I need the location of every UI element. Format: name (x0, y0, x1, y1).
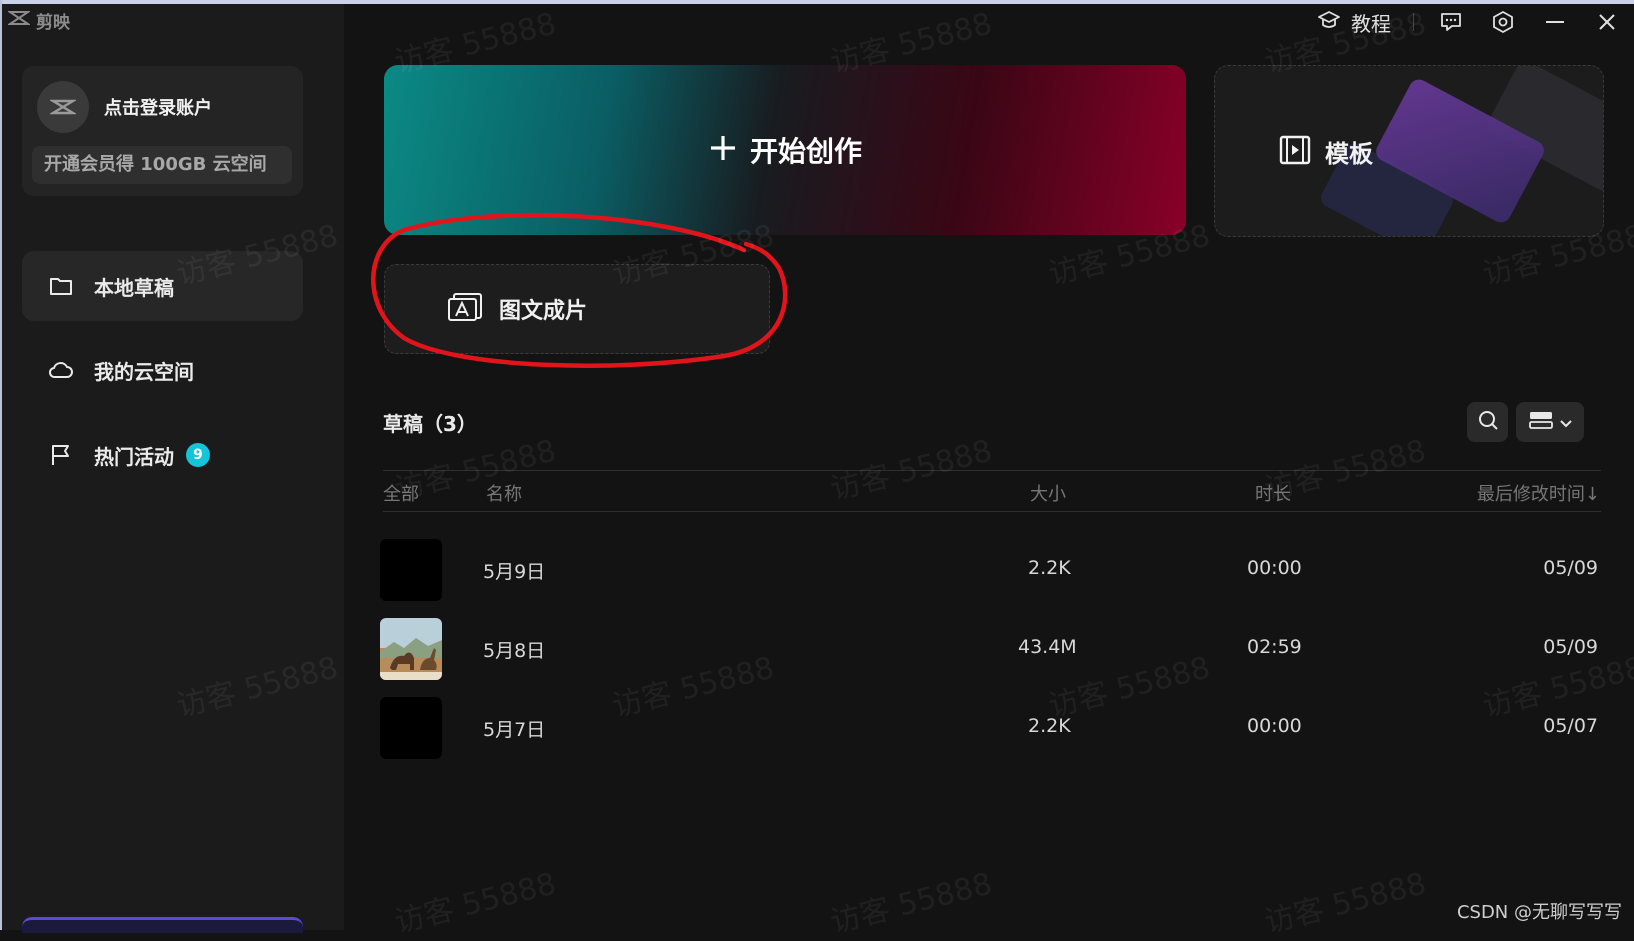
sidebar-item-cloud-space[interactable]: 我的云空间 (22, 335, 303, 405)
draft-modified: 05/07 (1543, 715, 1598, 737)
search-button[interactable] (1467, 402, 1508, 442)
settings-icon[interactable] (1488, 7, 1518, 37)
draft-duration: 00:00 (1247, 715, 1302, 737)
separator (1413, 13, 1414, 31)
capcut-logo-icon (6, 10, 32, 31)
duration-column-header[interactable]: 时长 (1255, 480, 1291, 506)
draft-thumbnail (380, 697, 442, 759)
avatar[interactable] (37, 81, 89, 133)
image-text-to-video-button[interactable]: 图文成片 (384, 264, 770, 354)
template-label: 模板 (1325, 140, 1373, 168)
watermark: 访客 55888 (1261, 866, 1430, 941)
plus-icon (708, 133, 738, 167)
watermark: 访客 55888 (827, 433, 996, 508)
notification-badge: 9 (186, 443, 210, 467)
image-text-label: 图文成片 (499, 299, 588, 324)
search-icon (1477, 409, 1499, 435)
list-view-icon (1528, 410, 1554, 434)
draft-size: 43.4M (1018, 636, 1077, 658)
drafts-title: 草稿（3） (383, 412, 477, 436)
size-column-header[interactable]: 大小 (1030, 480, 1066, 506)
folder-icon (48, 273, 74, 299)
sidebar-promo-banner[interactable] (22, 917, 303, 933)
sidebar: 剪映 点击登录账户 开通会员得 100GB 云空间 本地草稿 我的云空间 热门活… (2, 4, 344, 933)
minimize-icon[interactable] (1540, 7, 1570, 37)
flag-icon (48, 442, 74, 468)
app-brand: 剪映 (6, 8, 70, 33)
divider (383, 511, 1601, 512)
table-row[interactable]: 5月7日 2.2K 00:00 05/07 (380, 697, 1602, 759)
template-button[interactable]: 模板 (1214, 65, 1604, 237)
template-content: 模板 (1279, 134, 1373, 169)
app-name: 剪映 (36, 13, 70, 33)
draft-thumbnail (380, 539, 442, 601)
draft-duration: 02:59 (1247, 636, 1302, 658)
watermark: 访客 55888 (827, 866, 996, 941)
csdn-credit: CSDN @无聊写写写 (1456, 902, 1622, 923)
tutorial-button[interactable]: 教程 (1317, 8, 1391, 37)
draft-name: 5月7日 (483, 719, 546, 741)
name-column-header[interactable]: 名称 (486, 480, 522, 506)
close-icon[interactable] (1592, 7, 1622, 37)
table-row[interactable]: 5月9日 2.2K 00:00 05/09 (380, 539, 1602, 601)
draft-size: 2.2K (1028, 557, 1071, 579)
draft-modified: 05/09 (1543, 557, 1598, 579)
draft-size: 2.2K (1028, 715, 1071, 737)
cloud-icon (48, 357, 74, 383)
account-card[interactable]: 点击登录账户 开通会员得 100GB 云空间 (22, 66, 303, 196)
sidebar-item-hot-events[interactable]: 热门活动 9 (22, 420, 303, 490)
graduation-cap-icon (1317, 9, 1341, 36)
draft-modified: 05/09 (1543, 636, 1598, 658)
sidebar-item-local-drafts[interactable]: 本地草稿 (22, 251, 303, 321)
sidebar-item-label: 我的云空间 (94, 359, 194, 384)
login-link[interactable]: 点击登录账户 (104, 94, 212, 120)
start-creating-button[interactable]: 开始创作 (384, 65, 1186, 235)
feedback-icon[interactable] (1436, 7, 1466, 37)
sidebar-item-label: 热门活动 (94, 444, 174, 469)
chevron-down-icon (1560, 413, 1572, 432)
draft-name: 5月9日 (483, 561, 546, 583)
draft-name: 5月8日 (483, 640, 546, 662)
draft-thumbnail (380, 618, 442, 680)
select-all-column[interactable]: 全部 (383, 480, 419, 506)
vip-banner[interactable]: 开通会员得 100GB 云空间 (32, 146, 292, 184)
divider (383, 470, 1601, 471)
start-creating-label: 开始创作 (749, 135, 862, 168)
view-mode-dropdown[interactable] (1516, 402, 1584, 442)
sidebar-item-label: 本地草稿 (94, 275, 174, 300)
table-row[interactable]: 5月8日 43.4M 02:59 05/09 (380, 618, 1602, 680)
watermark: 访客 55888 (391, 866, 560, 941)
draft-duration: 00:00 (1247, 557, 1302, 579)
image-text-icon (447, 292, 483, 326)
modified-column-header[interactable]: 最后修改时间↓ (1477, 480, 1600, 506)
tutorial-label: 教程 (1351, 11, 1391, 36)
template-film-icon (1279, 135, 1311, 169)
window-controls: 教程 (1317, 4, 1634, 40)
